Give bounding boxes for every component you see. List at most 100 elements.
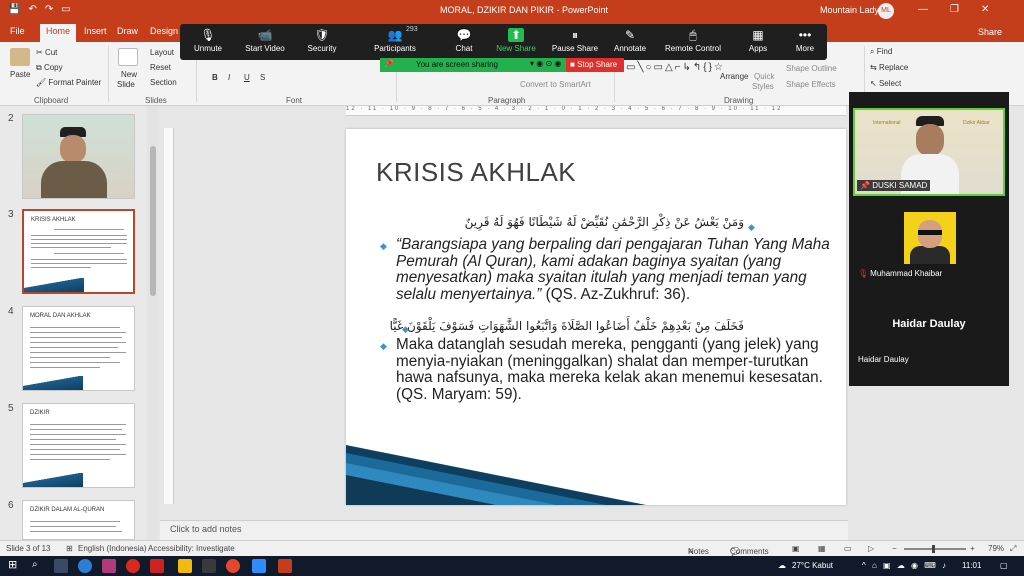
zoom-in-icon[interactable]: +	[970, 544, 975, 553]
chrome-icon[interactable]	[226, 559, 240, 573]
select-button[interactable]: ↖ Select	[870, 79, 901, 88]
chat-button[interactable]: 💬 Chat	[450, 28, 478, 53]
thumbnails-scrollbar[interactable]	[148, 106, 158, 540]
paste-icon[interactable]	[10, 48, 30, 66]
weather-status[interactable]: 27°C Kabut	[792, 561, 833, 570]
quick-styles-button[interactable]: Quick	[754, 72, 774, 81]
thumbnail-slide-3[interactable]: KRISIS AKHLAK	[22, 209, 135, 294]
share-button[interactable]: Share	[978, 27, 1002, 37]
notification-icon[interactable]: ▢	[1000, 561, 1008, 570]
copy-button[interactable]: ⧉ Copy	[36, 63, 63, 73]
participant-video-tile[interactable]: Haidar Daulay Haidar Daulay	[853, 282, 1005, 370]
save-icon[interactable]: 💾	[8, 4, 20, 15]
undo-icon[interactable]: ↶	[28, 4, 36, 15]
arabic-verse-2[interactable]: فَخَلَفَ مِنْ بَعْدِهِمْ خَلْفٌ أَضَاعُو…	[390, 319, 744, 333]
zoom-app-icon[interactable]	[252, 559, 266, 573]
notes-pane[interactable]: Click to add notes	[160, 520, 848, 540]
apps-button[interactable]: ▦ Apps	[746, 28, 770, 53]
video-off-icon: 📹	[257, 28, 273, 42]
tab-draw[interactable]: Draw	[117, 26, 138, 36]
find-button[interactable]: ⌕ Find	[870, 47, 892, 57]
user-name[interactable]: Mountain Lady	[820, 5, 879, 15]
italic-button[interactable]: I	[228, 73, 230, 82]
zoom-slider[interactable]	[904, 545, 966, 553]
thumbnail-slide-5[interactable]: DZIKIR	[22, 403, 135, 488]
stop-share-button[interactable]: ■ Stop Share	[566, 58, 624, 72]
shapes-gallery[interactable]: ▭╲○▭△⌐↳↰{}☆	[626, 62, 725, 73]
fit-slide-icon[interactable]: ⤢	[1010, 544, 1016, 554]
participant-video-tile[interactable]: International Dzikir Akbar 📌 DUSKI SAMAD	[853, 108, 1005, 196]
powerpoint-icon[interactable]	[278, 559, 292, 573]
minimize-icon[interactable]: —	[918, 4, 928, 15]
start-video-button[interactable]: 📹 Start Video	[242, 28, 288, 53]
edge-icon[interactable]	[78, 559, 92, 573]
underline-button[interactable]: U	[244, 73, 250, 82]
arabic-verse-1[interactable]: وَمَنْ يَعْشُ عَنْ ذِكْرِ الرَّحْمَٰنِ ن…	[434, 215, 744, 229]
present-icon[interactable]: ▭	[61, 4, 70, 15]
paste-button[interactable]: Paste	[10, 70, 30, 79]
annotate-button[interactable]: ✎ Annotate	[610, 28, 650, 53]
clock[interactable]: 11:01	[962, 561, 981, 570]
unmute-button[interactable]: 🎙 Unmute	[190, 28, 226, 53]
app-icon[interactable]	[150, 559, 164, 573]
security-button[interactable]: 🛡 Security	[304, 28, 340, 53]
format-painter-button[interactable]: 🖌 Format Painter	[36, 78, 101, 87]
restore-icon[interactable]: ❐	[950, 4, 959, 15]
windows-start-icon[interactable]: ⊞	[8, 558, 17, 571]
strikethrough-button[interactable]: S	[260, 73, 265, 82]
language-status[interactable]: English (Indonesia)	[78, 544, 146, 553]
tab-insert[interactable]: Insert	[84, 26, 107, 36]
accessibility-status[interactable]: Accessibility: Investigate	[148, 544, 235, 553]
reading-view-icon[interactable]: ▭	[844, 544, 852, 553]
opera-icon[interactable]	[126, 559, 140, 573]
tray-icons[interactable]: ^ ⌂ ▣ ☁ ◉ ⌨ ♪	[862, 561, 948, 570]
file-explorer-icon[interactable]	[178, 559, 192, 573]
search-icon[interactable]: ⌕	[32, 559, 38, 570]
shape-outline-button[interactable]: Shape Outline	[786, 64, 837, 73]
task-view-icon[interactable]	[54, 559, 68, 573]
slide-sorter-icon[interactable]: ▦	[818, 544, 826, 553]
participant-video-tile[interactable]: 🎙 Muhammad Khaibar	[853, 196, 1005, 280]
arrange-button[interactable]: Arrange	[720, 72, 748, 81]
cut-button[interactable]: ✂ Cut	[36, 48, 57, 57]
close-icon[interactable]: ✕	[981, 4, 989, 15]
pause-share-button[interactable]: ⏸ Pause Share	[550, 28, 600, 53]
slide-title[interactable]: KRISIS AKHLAK	[376, 157, 576, 188]
new-slide-label-2[interactable]: Slide	[117, 80, 135, 89]
remote-control-button[interactable]: 🖱 Remote Control	[662, 28, 724, 53]
thumbnail-slide-4[interactable]: MORAL DAN AKHLAK	[22, 306, 135, 391]
zoom-out-icon[interactable]: −	[892, 544, 897, 553]
bold-button[interactable]: B	[212, 73, 218, 82]
new-share-button[interactable]: ⬆ New Share	[494, 28, 538, 53]
bullet-icon: ◆	[380, 241, 387, 251]
section-button[interactable]: Section	[150, 78, 177, 87]
share-screen-icon: ⬆	[508, 28, 524, 42]
replace-button[interactable]: ⇆ Replace	[870, 63, 908, 72]
translation-1[interactable]: “Barangsiapa yang berpaling dari pengaja…	[396, 236, 836, 303]
sharing-controls-icon[interactable]: ▾ ◉ ⊙ ◉	[530, 59, 561, 68]
layout-button[interactable]: Layout	[150, 48, 174, 57]
thumbnail-slide-6[interactable]: DZIKIR DALAM AL-QURAN	[22, 500, 135, 540]
quick-styles-button-2[interactable]: Styles	[752, 82, 774, 91]
shape-effects-button[interactable]: Shape Effects	[786, 80, 836, 89]
translation-2[interactable]: Maka datanglah sesudah mereka, pengganti…	[396, 336, 836, 403]
app-icon[interactable]	[202, 559, 216, 573]
zoom-level[interactable]: 79%	[988, 544, 1004, 553]
weather-icon[interactable]: ☁	[778, 561, 786, 570]
tab-home[interactable]: Home	[40, 24, 77, 42]
slideshow-icon[interactable]: ▷	[868, 544, 874, 553]
xd-icon[interactable]	[102, 559, 116, 573]
spellcheck-icon[interactable]: ⊞	[66, 544, 73, 553]
reset-button[interactable]: Reset	[150, 63, 171, 72]
convert-smartart-button[interactable]: Convert to SmartArt	[520, 80, 591, 89]
avatar[interactable]: ML	[878, 3, 894, 19]
new-slide-icon[interactable]	[118, 48, 138, 66]
tab-design[interactable]: Design	[150, 26, 178, 36]
tab-file[interactable]: File	[10, 26, 25, 36]
normal-view-icon[interactable]: ▣	[792, 544, 800, 553]
more-button[interactable]: ••• More	[792, 28, 818, 53]
redo-icon[interactable]: ↷	[45, 4, 53, 15]
current-slide[interactable]: KRISIS AKHLAK ◆ وَمَنْ يَعْشُ عَنْ ذِكْر…	[346, 129, 846, 505]
thumbnail-slide-2[interactable]	[22, 114, 135, 199]
new-slide-label[interactable]: New	[121, 70, 137, 79]
